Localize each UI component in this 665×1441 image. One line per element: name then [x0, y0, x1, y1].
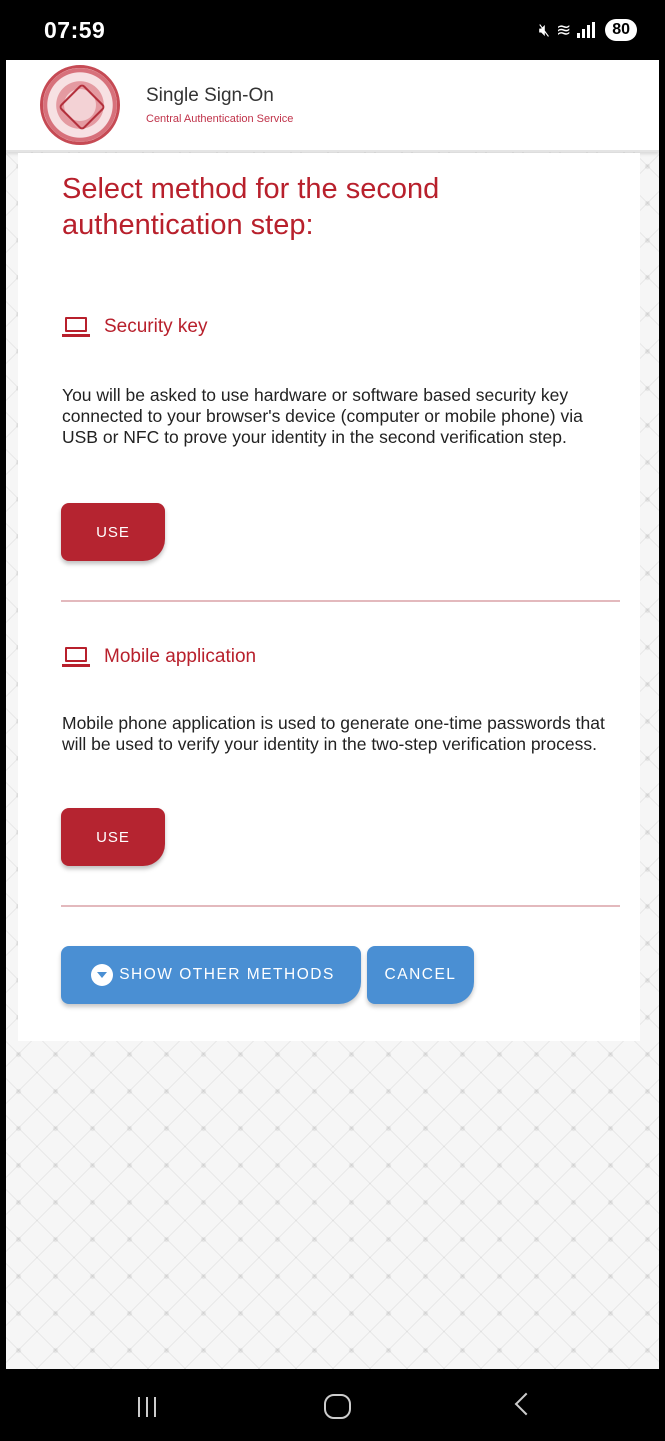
header-subtitle: Central Authentication Service [146, 113, 294, 125]
use-mobile-application-button[interactable]: USE [61, 808, 165, 866]
mute-icon: 🔇︎ [538, 19, 551, 40]
screen-frame-left [0, 0, 6, 1441]
method-description-security-key: You will be asked to use hardware or sof… [62, 385, 583, 447]
method-description-mobile-application: Mobile phone application is used to gene… [62, 713, 605, 754]
method-selection-card: Select method for the second authenticat… [18, 153, 640, 1041]
chevron-down-icon [91, 964, 114, 986]
system-nav-bar [0, 1369, 665, 1441]
laptop-icon [62, 317, 90, 337]
screen-frame-right [659, 0, 665, 1441]
laptop-icon [62, 647, 90, 667]
method-title-mobile-application: Mobile application [62, 646, 256, 668]
use-security-key-button[interactable]: USE [61, 503, 165, 561]
method-title-security-key: Security key [62, 316, 207, 338]
show-other-methods-button[interactable]: SHOW OTHER METHODS [61, 946, 361, 1004]
battery-indicator: 80 [605, 19, 637, 41]
show-other-methods-label: SHOW OTHER METHODS [119, 966, 335, 983]
status-icons: 🔇︎ ≋ 80 [539, 19, 637, 41]
status-bar: 07:59 🔇︎ ≋ 80 [0, 0, 665, 60]
signal-icon [577, 22, 596, 38]
app-header: Single Sign-On Central Authentication Se… [6, 60, 659, 152]
wifi-icon: ≋ [556, 19, 572, 40]
method-title-label: Security key [104, 316, 208, 337]
method-divider [61, 905, 620, 907]
header-title: Single Sign-On [146, 85, 274, 106]
method-title-label: Mobile application [104, 646, 257, 667]
cancel-button[interactable]: CANCEL [367, 946, 474, 1004]
page-heading: Select method for the second authenticat… [62, 173, 440, 241]
home-icon[interactable] [324, 1394, 351, 1419]
method-divider [61, 600, 620, 602]
status-time: 07:59 [44, 16, 106, 43]
header-text: Single Sign-On Central Authentication Se… [146, 85, 293, 125]
university-seal-logo [40, 65, 120, 145]
back-icon[interactable] [514, 1392, 538, 1416]
recent-apps-icon[interactable] [138, 1397, 156, 1417]
